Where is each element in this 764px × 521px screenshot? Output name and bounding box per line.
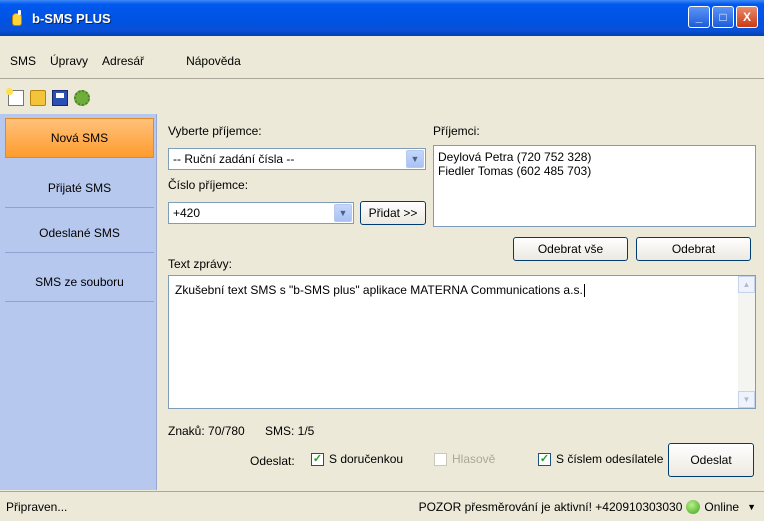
close-button[interactable]: X [736, 6, 758, 28]
menu-napoveda[interactable]: Nápověda [186, 54, 241, 68]
sidebar-item-odeslane-sms[interactable]: Odeslané SMS [5, 213, 154, 253]
sidebar-item-prijate-sms[interactable]: Přijaté SMS [5, 168, 154, 208]
sender-number-label: S číslem odesílatele [556, 452, 664, 466]
send-button[interactable]: Odeslat [668, 443, 754, 477]
open-folder-icon[interactable] [30, 90, 46, 106]
message-textarea[interactable]: Zkušební text SMS s "b-SMS plus" aplikac… [168, 275, 756, 409]
title-bar[interactable]: b-SMS PLUS _ □ X [0, 0, 764, 36]
status-text: Připraven... [6, 499, 68, 514]
chevron-down-icon[interactable]: ▼ [406, 150, 424, 168]
app-icon [10, 10, 24, 26]
vertical-scrollbar[interactable]: ▲ ▼ [738, 276, 755, 408]
list-item[interactable]: Deylová Petra (720 752 328) [438, 150, 751, 164]
menu-bar: SMS Úpravy Adresář Nápověda [0, 49, 764, 73]
add-recipient-button[interactable]: Přidat >> [360, 201, 426, 225]
sidebar-item-label: Odeslané SMS [39, 225, 120, 240]
maximize-button[interactable]: □ [712, 6, 734, 28]
status-bar: Připraven... POZOR přesměrování je aktiv… [0, 491, 764, 521]
forwarding-warning: POZOR přesměrování je aktivní! +42091030… [418, 499, 683, 514]
number-value: +420 [173, 206, 201, 220]
chevron-down-icon[interactable]: ▼ [747, 502, 756, 512]
sidebar-item-label: Přijaté SMS [47, 180, 112, 195]
minimize-button[interactable]: _ [688, 6, 710, 28]
checkmark-icon: ✓ [538, 452, 551, 466]
online-status-icon [686, 499, 701, 514]
scroll-down-icon[interactable]: ▼ [738, 391, 755, 408]
recipients-list[interactable]: Deylová Petra (720 752 328) Fiedler Toma… [433, 145, 756, 227]
sidebar-item-label: SMS ze souboru [35, 274, 124, 289]
sidebar-item-label: Nová SMS [50, 131, 109, 145]
window-title: b-SMS PLUS [32, 10, 111, 26]
checkmark-icon: ✓ [311, 452, 324, 466]
recipients-label: Příjemci: [433, 124, 480, 138]
recipient-select-value: -- Ruční zadání čísla -- [173, 152, 295, 166]
toolbar [0, 84, 764, 112]
sidebar-item-nova-sms[interactable]: Nová SMS [5, 118, 154, 158]
menu-adresar[interactable]: Adresář [102, 54, 144, 68]
delivery-report-label: S doručenkou [329, 452, 404, 466]
number-input[interactable]: +420 ▼ [168, 202, 354, 224]
sms-counter: SMS: 1/5 [265, 424, 315, 438]
checkbox-empty-icon [434, 452, 447, 466]
save-disk-icon[interactable] [52, 90, 68, 106]
message-text: Zkušební text SMS s "b-SMS plus" aplikac… [175, 283, 583, 297]
remove-button[interactable]: Odebrat [636, 237, 751, 261]
delivery-report-checkbox[interactable]: ✓ S doručenkou [311, 452, 403, 466]
remove-all-button[interactable]: Odebrat vše [513, 237, 628, 261]
menu-divider [0, 78, 764, 79]
scroll-up-icon[interactable]: ▲ [738, 276, 755, 293]
text-caret [583, 284, 585, 298]
number-label: Číslo příjemce: [168, 178, 249, 192]
recipient-select[interactable]: -- Ruční zadání čísla -- ▼ [168, 148, 426, 170]
new-sms-panel: Vyberte příjemce: -- Ruční zadání čísla … [158, 114, 764, 490]
online-status[interactable]: Online [704, 500, 739, 514]
send-options-label: Odeslat: [250, 454, 295, 468]
voice-checkbox[interactable]: Hlasově [434, 452, 495, 466]
chevron-down-icon[interactable]: ▼ [334, 204, 352, 222]
menu-upravy[interactable]: Úpravy [50, 54, 88, 68]
sender-number-checkbox[interactable]: ✓ S číslem odesílatele [538, 452, 663, 466]
char-counter: Znaků: 70/780 [168, 424, 245, 438]
recipient-select-label: Vyberte příjemce: [168, 124, 262, 138]
sidebar-item-sms-ze-souboru[interactable]: SMS ze souboru [5, 262, 154, 302]
new-document-icon[interactable] [6, 88, 24, 106]
menu-sms[interactable]: SMS [10, 54, 36, 68]
message-label: Text zprávy: [168, 257, 233, 271]
settings-gear-icon[interactable] [74, 90, 90, 106]
sidebar: Nová SMS Přijaté SMS Odeslané SMS SMS ze… [0, 114, 157, 490]
voice-label: Hlasově [452, 452, 496, 466]
list-item[interactable]: Fiedler Tomas (602 485 703) [438, 164, 751, 178]
